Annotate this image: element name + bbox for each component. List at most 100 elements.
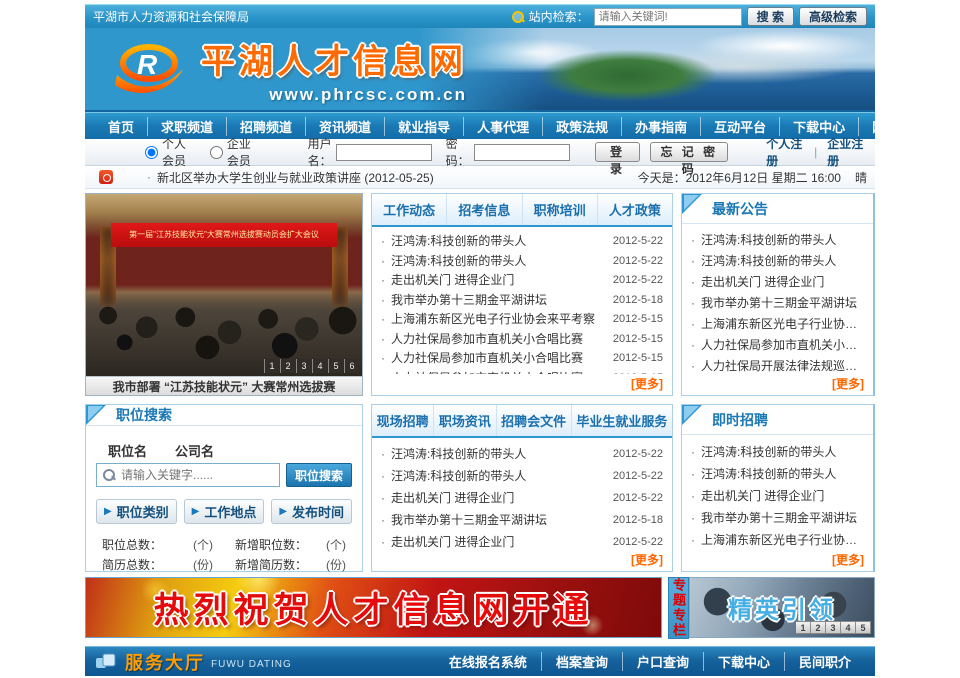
bullet-icon: ·: [381, 232, 385, 252]
news-item[interactable]: · 人力社保局参加市直机关小合唱比赛 2012-5-15: [381, 330, 663, 350]
more-link[interactable]: [更多]: [372, 374, 672, 395]
news-item[interactable]: · 汪鸿涛:科技创新的带头人 2012-5-22: [381, 252, 663, 272]
tab[interactable]: 工作动态: [372, 194, 447, 225]
news-item[interactable]: · 汪鸿涛:科技创新的带头人 2012-5-22: [381, 232, 663, 252]
nav-item[interactable]: 下载中心: [779, 117, 858, 136]
service-hall-bar: 服务大厅 FUWU DATING 在线报名系统档案查询户口查询下载中心民间职介: [85, 646, 875, 676]
promo-page-button[interactable]: 5: [856, 621, 871, 634]
announcement-item[interactable]: · 走出机关门 进得企业门: [691, 485, 864, 507]
personal-member-radio[interactable]: [145, 146, 158, 159]
service-link[interactable]: 在线报名系统: [435, 652, 541, 671]
news-item[interactable]: · 人力社保局参加市直机关小合唱比赛 2012-5-15: [381, 349, 663, 369]
announcement-item[interactable]: · 我市举办第十三期金平湖讲坛: [691, 507, 864, 529]
more-link[interactable]: [更多]: [372, 550, 672, 571]
photo-page-button[interactable]: 3: [296, 359, 311, 373]
nav-item[interactable]: 办事指南: [621, 117, 700, 136]
news-item[interactable]: · 我市举办第十三期金平湖讲坛 2012-5-18: [381, 509, 663, 531]
tab[interactable]: 招聘会文件: [497, 405, 572, 436]
service-link[interactable]: 档案查询: [541, 652, 622, 671]
news-item[interactable]: · 走出机关门 进得企业门 2012-5-22: [381, 271, 663, 291]
news-item[interactable]: · 走出机关门 进得企业门 2012-5-22: [381, 487, 663, 509]
news-item[interactable]: · 上海浦东新区光电子行业协会来平考察 2012-5-15: [381, 310, 663, 330]
nav-item[interactable]: 就业指导: [384, 117, 463, 136]
search-button[interactable]: 搜 索: [747, 7, 794, 26]
nav-item[interactable]: 招聘频道: [226, 117, 305, 136]
news-item[interactable]: · 汪鸿涛:科技创新的带头人 2012-5-22: [381, 465, 663, 487]
more-link[interactable]: [更多]: [682, 550, 873, 571]
keyword-input[interactable]: [96, 463, 280, 487]
nav-item[interactable]: 网站地图: [858, 117, 937, 136]
promo-page-button[interactable]: 1: [796, 621, 811, 634]
promo-page-button[interactable]: 2: [811, 621, 826, 634]
stat-row: 新增简历数： (份): [229, 556, 352, 573]
news-item[interactable]: · 走出机关门 进得企业门 2012-5-22: [381, 531, 663, 550]
photo-caption[interactable]: 我市部署 “江苏技能状元” 大赛常州选拔赛: [86, 376, 362, 395]
news-item[interactable]: · 我市举办第十三期金平湖讲坛 2012-5-18: [381, 291, 663, 311]
filter-button[interactable]: ▶ 发布时间: [271, 499, 352, 524]
nav-item[interactable]: 首页: [95, 117, 147, 136]
nav-item[interactable]: 政策法规: [542, 117, 621, 136]
job-search-button[interactable]: 职位搜索: [286, 463, 352, 487]
announcement-item[interactable]: · 上海浦东新区光电子行业协会来平考: [691, 529, 864, 550]
meeting-photo[interactable]: 第一届"江苏技能状元"大赛常州选拔赛动员会扩大会议 123456: [86, 194, 362, 376]
elite-promo-photo[interactable]: 精英引领 12345: [689, 577, 875, 638]
advanced-search-button[interactable]: 高级检索: [799, 7, 867, 26]
company-member-radio[interactable]: [210, 146, 223, 159]
job-search-tab[interactable]: 公司名: [163, 438, 226, 463]
celebration-banner[interactable]: 热烈祝贺人才信息网开通: [85, 577, 662, 638]
bullet-icon: ·: [691, 293, 695, 314]
photo-page-button[interactable]: 6: [344, 359, 359, 373]
forgot-password-button[interactable]: 忘 记 密 码: [650, 142, 728, 162]
news-item[interactable]: · 汪鸿涛:科技创新的带头人 2012-5-22: [381, 443, 663, 465]
tab[interactable]: 职场资讯: [434, 405, 496, 436]
announcement-item[interactable]: · 我市举办第十三期金平湖讲坛: [691, 293, 864, 314]
more-link[interactable]: [更多]: [682, 374, 873, 395]
photo-page-button[interactable]: 4: [312, 359, 327, 373]
login-button[interactable]: 登 录: [595, 142, 641, 162]
tab[interactable]: 毕业生就业服务: [572, 405, 672, 436]
tab[interactable]: 职称培训: [523, 194, 598, 225]
username-input[interactable]: [336, 144, 432, 161]
service-hall-title: 服务大厅: [125, 649, 205, 675]
nav-item[interactable]: 人事代理: [463, 117, 542, 136]
promo-page-button[interactable]: 3: [826, 621, 841, 634]
tab[interactable]: 人才政策: [598, 194, 672, 225]
filter-button[interactable]: ▶ 职位类别: [96, 499, 177, 524]
service-link[interactable]: 下载中心: [703, 652, 784, 671]
filter-button[interactable]: ▶ 工作地点: [184, 499, 265, 524]
announcement-item[interactable]: · 走出机关门 进得企业门: [691, 272, 864, 293]
announcement-item[interactable]: · 汪鸿涛:科技创新的带头人: [691, 251, 864, 272]
site-search-input[interactable]: [594, 8, 742, 26]
tab[interactable]: 现场招聘: [372, 405, 434, 436]
special-column-tab[interactable]: 专题专栏: [668, 577, 689, 639]
job-search-tab[interactable]: 职位名: [96, 438, 159, 463]
announcement-item[interactable]: · 汪鸿涛:科技创新的带头人: [691, 441, 864, 463]
company-register-link[interactable]: 企业注册: [827, 135, 865, 169]
personal-member-label: 个人会员: [162, 135, 198, 169]
password-input[interactable]: [474, 144, 570, 161]
announcement-item[interactable]: · 汪鸿涛:科技创新的带头人: [691, 463, 864, 485]
bullet-icon: ·: [381, 271, 385, 291]
recruiting-tabs: 现场招聘职场资讯招聘会文件毕业生就业服务: [372, 405, 672, 438]
announcement-item[interactable]: · 人力社保局开展法律法规巡回培训: [691, 356, 864, 374]
nav-item[interactable]: 互动平台: [700, 117, 779, 136]
promo-page-button[interactable]: 4: [841, 621, 856, 634]
photo-page-button[interactable]: 2: [280, 359, 295, 373]
company-member-label: 企业会员: [227, 135, 263, 169]
ticker-news-link[interactable]: 新北区举办大学生创业与就业政策讲座 (2012-05-25): [157, 169, 434, 186]
photo-page-button[interactable]: 1: [264, 359, 279, 373]
nav-item[interactable]: 资讯频道: [305, 117, 384, 136]
service-link[interactable]: 户口查询: [622, 652, 703, 671]
personal-register-link[interactable]: 个人注册: [766, 135, 804, 169]
tab[interactable]: 招考信息: [447, 194, 522, 225]
bullet-icon: ·: [381, 443, 385, 465]
announcement-item[interactable]: · 人力社保局参加市直机关小合唱比赛: [691, 335, 864, 356]
announcement-item[interactable]: · 上海浦东新区光电子行业协会来平考: [691, 314, 864, 335]
nav-item[interactable]: 求职频道: [147, 117, 226, 136]
news-ticker: · 新北区举办大学生创业与就业政策讲座 (2012-05-25) 今天是：201…: [85, 166, 875, 189]
photo-page-button[interactable]: 5: [328, 359, 343, 373]
announcement-item[interactable]: · 汪鸿涛:科技创新的带头人: [691, 230, 864, 251]
service-link[interactable]: 民间职介: [784, 652, 865, 671]
job-search-title: 职位搜索: [86, 405, 362, 426]
logo[interactable]: R 平湖人才信息网 www.phrcsc.com.cn: [113, 34, 467, 105]
